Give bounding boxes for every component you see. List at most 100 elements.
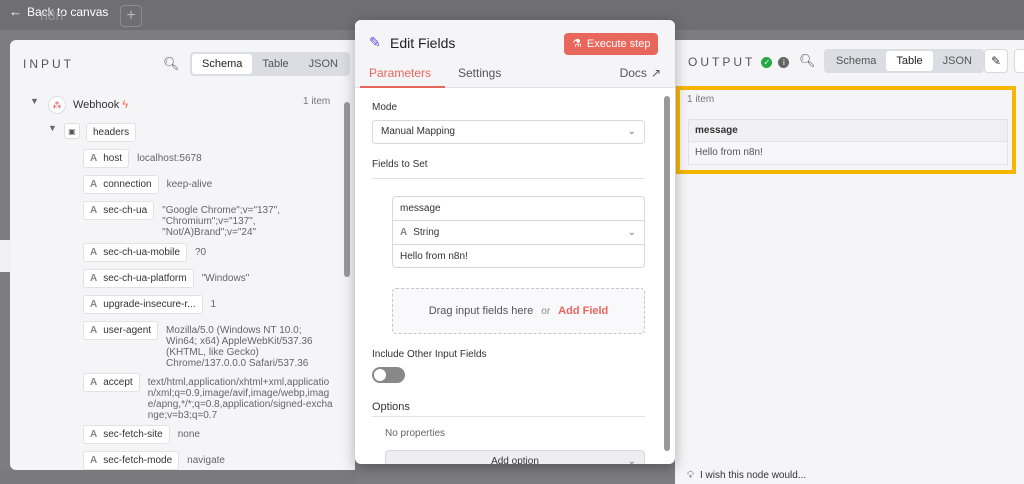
field-chip[interactable]: Asec-fetch-site [83,425,170,444]
field-type-select[interactable]: A String ⌄ [393,221,644,245]
field-value: localhost:5678 [137,153,202,164]
assignment-field: message A String ⌄ Hello from n8n! [392,196,645,268]
output-tab-json[interactable]: JSON [933,51,982,71]
schema-field-row[interactable]: Asec-fetch-site none [83,425,200,444]
field-key: sec-fetch-mode [103,455,173,466]
fields-to-set-label: Fields to Set [372,159,428,170]
execute-step-label: Execute step [586,38,651,50]
tab-parameters[interactable]: Parameters [369,66,431,80]
chevron-down-icon[interactable]: ▼ [48,123,58,133]
chevron-down-icon[interactable]: ▼ [30,96,40,106]
string-type-icon: A [90,247,98,258]
string-type-icon: A [90,455,98,466]
field-type-value: String [413,227,440,238]
search-icon[interactable]: 🔍︎ [799,53,816,69]
input-tab-schema[interactable]: Schema [192,54,253,74]
field-key: user-agent [103,325,152,336]
add-option-label: Add option [491,456,539,464]
webhook-node-row[interactable]: ▼ ⁂ Webhook ϟ [30,96,128,114]
external-link-icon: ↗ [650,66,661,80]
flask-icon: ⚗ [572,38,582,50]
feedback-label: I wish this node would... [700,470,807,481]
schema-field-row[interactable]: Asec-ch-ua "Google Chrome";v="137", "Chr… [83,201,312,238]
object-icon: ▣ [64,123,80,139]
modal-title[interactable]: Edit Fields [390,35,455,51]
include-other-fields-toggle[interactable] [372,367,405,383]
arrow-left-icon: ← [9,4,22,19]
field-chip[interactable]: Asec-ch-ua-mobile [83,243,187,262]
input-view-switch: Schema Table JSON [190,52,350,76]
active-tab-indicator [360,86,445,88]
input-tab-table[interactable]: Table [252,54,298,74]
field-key: sec-ch-ua [103,205,148,216]
pencil-icon: ✎ [990,54,1002,68]
output-tab-table[interactable]: Table [886,51,933,71]
field-value: 1 [210,299,217,310]
schema-field-row[interactable]: Ahost localhost:5678 [83,149,202,168]
mode-select[interactable]: Manual Mapping ⌄ [372,120,645,144]
schema-field-row[interactable]: Aaccept text/html,application/xhtml+xml,… [83,373,333,421]
docs-link[interactable]: Docs ↗ [620,66,661,80]
field-name-input[interactable]: message [393,197,644,221]
options-label: Options [372,401,410,413]
background-plus-icon: + [120,5,142,27]
field-key: sec-ch-ua-mobile [103,247,180,258]
string-type-icon: A [90,205,98,216]
add-field-button[interactable]: Add Field [558,305,608,317]
field-chip[interactable]: Auser-agent [83,321,159,340]
tab-settings[interactable]: Settings [458,66,501,80]
schema-field-row[interactable]: Asec-ch-ua-platform "Windows" [83,269,249,288]
edit-fields-modal: ✎ Edit Fields ⚗ Execute step Parameters … [355,20,675,464]
field-value: "Google Chrome";v="137", "Chromium";v="1… [162,205,281,238]
schema-field-row[interactable]: Auser-agent Mozilla/5.0 (Windows NT 10.0… [83,321,326,369]
string-type-icon: A [90,179,98,190]
field-chip[interactable]: Ahost [83,149,130,168]
headers-group-row[interactable]: ▼ ▣ headers [48,123,137,142]
field-value: keep-alive [166,179,213,190]
toggle-knob [374,369,386,381]
execute-step-button[interactable]: ⚗ Execute step [564,33,659,55]
field-value: "Windows" [201,273,250,284]
info-icon[interactable]: i [778,56,790,68]
background-canvas-bottom [0,470,355,484]
schema-field-row[interactable]: Aconnection keep-alive [83,175,212,194]
mode-label: Mode [372,102,398,113]
edit-output-button[interactable]: ✎ [984,49,1008,73]
include-other-fields-label: Include Other Input Fields [372,349,487,360]
drop-zone-or: or [541,305,551,317]
field-key: sec-fetch-site [103,429,163,440]
output-panel-header: OUTPUT ✓ i [688,55,790,69]
background-canvas-edge [0,240,10,272]
success-check-icon: ✓ [761,56,773,68]
field-key: sec-ch-ua-platform [103,273,187,284]
field-value-input[interactable]: Hello from n8n! [393,245,644,269]
string-type-icon: A [90,153,98,164]
output-tab-schema[interactable]: Schema [826,51,886,71]
input-scrollbar[interactable] [344,102,350,277]
field-chip[interactable]: Aconnection [83,175,159,194]
field-chip[interactable]: Asec-ch-ua [83,201,155,220]
feedback-link[interactable]: 💡︎ I wish this node would... [687,470,806,481]
string-type-icon: A [90,273,98,284]
add-option-select[interactable]: Add option ⌄ [385,450,645,464]
field-chip[interactable]: Aupgrade-insecure-r... [83,295,203,314]
schema-field-row[interactable]: Aupgrade-insecure-r... 1 [83,295,216,314]
field-chip[interactable]: Asec-fetch-mode [83,451,180,470]
field-chip[interactable]: Asec-ch-ua-platform [83,269,194,288]
search-icon[interactable]: 🔍︎ [163,56,180,72]
lightbulb-icon: 💡︎ [687,470,694,481]
schema-field-row[interactable]: Asec-fetch-mode navigate [83,451,225,470]
field-chip[interactable]: Aaccept [83,373,140,392]
more-options-button[interactable] [1014,49,1024,73]
parameters-scrollbar[interactable] [664,96,670,451]
string-type-icon: A [90,377,98,388]
headers-chip[interactable]: headers [86,123,137,142]
webhook-icon: ⁂ [48,96,66,114]
drop-zone[interactable]: Drag input fields here or Add Field [392,288,645,334]
mode-select-value: Manual Mapping [381,126,455,137]
input-tab-json[interactable]: JSON [299,54,348,74]
schema-field-row[interactable]: Asec-ch-ua-mobile ?0 [83,243,206,262]
divider [372,416,645,417]
field-value: navigate [187,455,225,466]
chevron-down-icon: ⌄ [627,126,636,137]
